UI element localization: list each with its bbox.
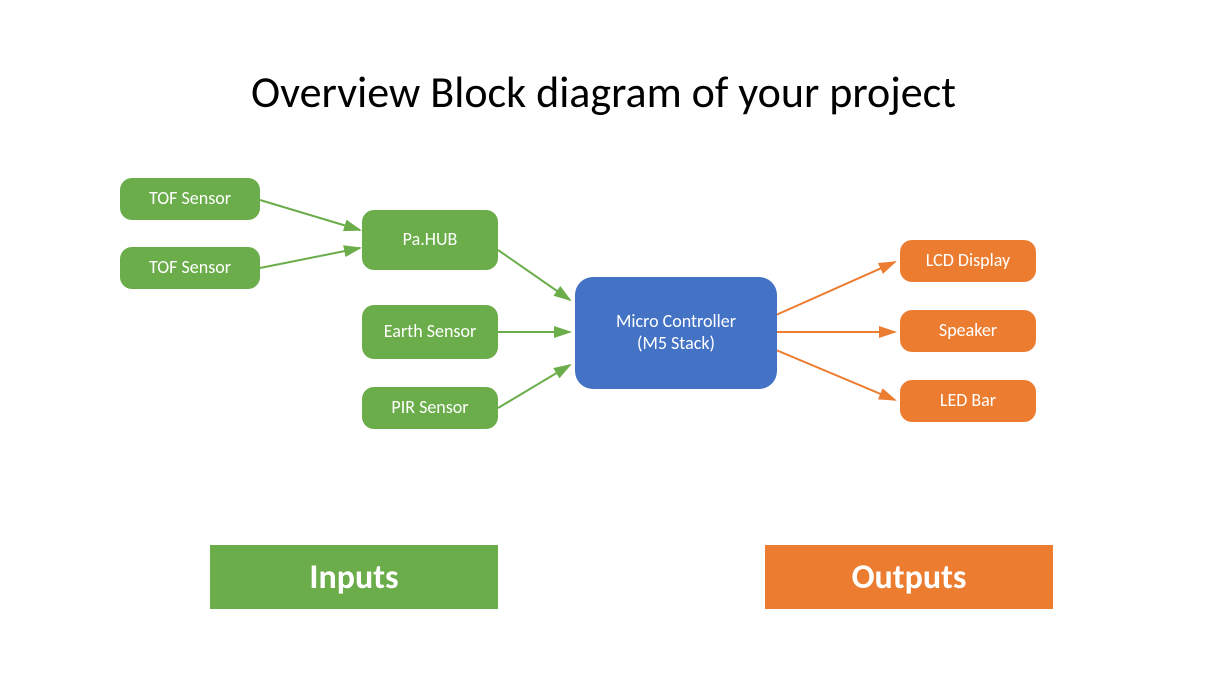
block-tof-sensor-2: TOF Sensor [120,247,260,289]
block-led-bar: LED Bar [900,380,1036,422]
legend-inputs: Inputs [210,545,498,609]
block-pir-sensor: PIR Sensor [362,387,498,429]
block-pahub: Pa.HUB [362,210,498,270]
micro-controller-line1: Micro Controller [616,311,736,333]
legend-outputs: Outputs [765,545,1053,609]
diagram-title: Overview Block diagram of your project [0,65,1207,119]
block-micro-controller: Micro Controller (M5 Stack) [575,277,777,389]
micro-controller-line2: (M5 Stack) [616,333,736,355]
block-earth-sensor: Earth Sensor [362,305,498,359]
block-tof-sensor-1: TOF Sensor [120,178,260,220]
block-speaker: Speaker [900,310,1036,352]
block-lcd-display: LCD Display [900,240,1036,282]
